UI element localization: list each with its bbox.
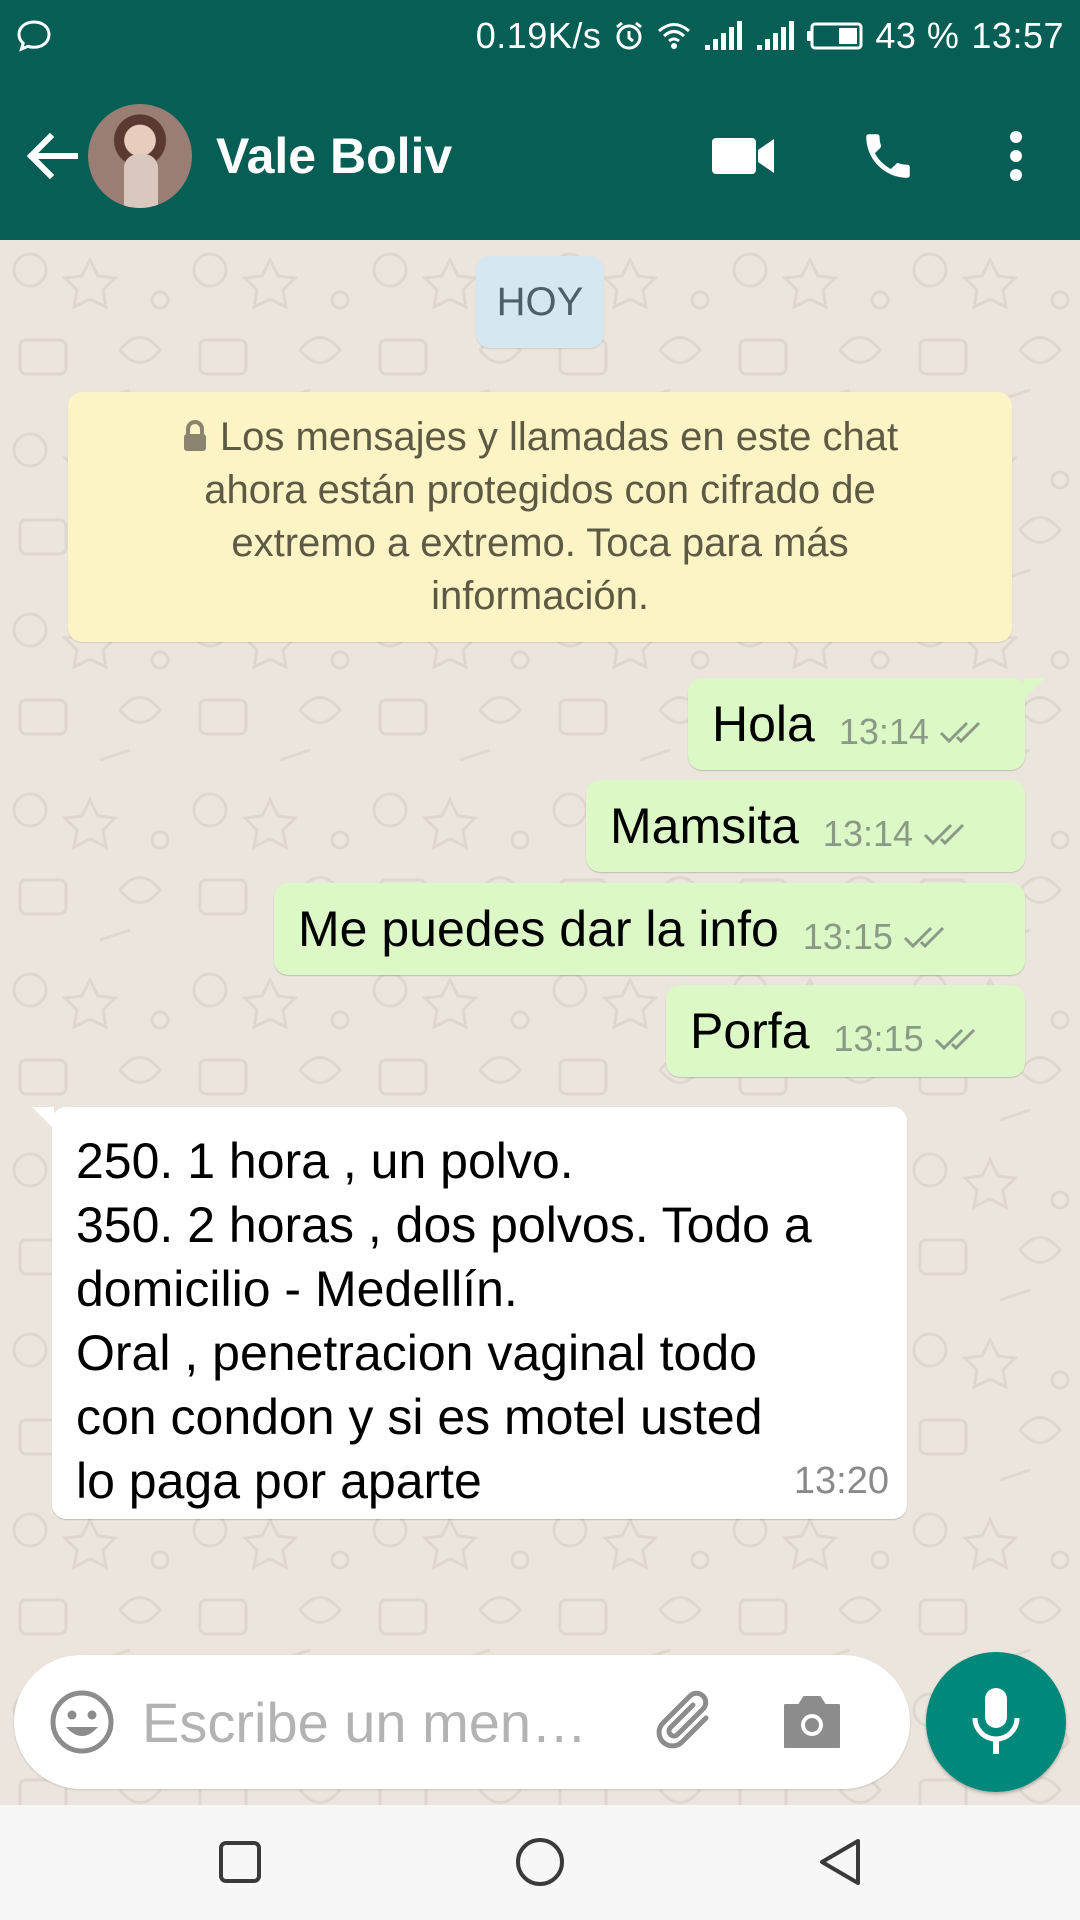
system-nav-bar bbox=[0, 1805, 1080, 1920]
message-line: domicilio - Medellín. bbox=[76, 1261, 518, 1317]
message-time: 13:20 bbox=[793, 1460, 889, 1502]
message-time: 13:15 bbox=[802, 916, 893, 957]
message-line: Oral , penetracion vaginal todo bbox=[76, 1325, 757, 1381]
message-meta: 13:14 bbox=[839, 695, 1003, 753]
double-check-icon bbox=[923, 823, 965, 846]
double-check-icon bbox=[934, 1028, 975, 1051]
bubble-tail bbox=[1023, 678, 1045, 700]
camera-button[interactable] bbox=[772, 1682, 852, 1762]
clock: 13:57 bbox=[971, 15, 1064, 56]
more-vert-icon bbox=[1010, 131, 1022, 181]
message-time: 13:15 bbox=[833, 1018, 924, 1059]
alarm-icon bbox=[616, 21, 643, 50]
outgoing-message[interactable]: Mamsita 13:14 bbox=[586, 780, 1025, 872]
battery-level: 43 % bbox=[875, 15, 960, 56]
double-check-icon bbox=[903, 926, 945, 949]
encryption-notice[interactable]: Los mensajes y llamadas en este chat aho… bbox=[68, 392, 1012, 642]
voice-call-button[interactable] bbox=[838, 106, 938, 206]
back-nav-button[interactable] bbox=[795, 1817, 885, 1907]
double-check-icon bbox=[939, 721, 980, 744]
outgoing-message[interactable]: Hola 13:14 bbox=[688, 678, 1045, 770]
message-input[interactable] bbox=[142, 1689, 632, 1755]
recents-button[interactable] bbox=[195, 1817, 285, 1907]
chat-area[interactable]: HOY Los mensajes y llamadas en este chat… bbox=[0, 240, 1080, 1805]
circle-icon bbox=[516, 1838, 564, 1886]
message-line: con condon y si es motel usted bbox=[76, 1389, 763, 1445]
message-text: Mamsita bbox=[610, 798, 799, 854]
square-icon bbox=[219, 1841, 261, 1883]
more-options-button[interactable] bbox=[966, 106, 1066, 206]
status-indicators: 0.19K/s 43 % 13:57 bbox=[476, 15, 1064, 57]
encryption-notice-label: Los mensajes y llamadas en este chat aho… bbox=[204, 415, 899, 618]
paperclip-icon bbox=[656, 1690, 709, 1749]
message-text: Porfa bbox=[690, 1003, 810, 1059]
status-bar: 0.19K/s 43 % 13:57 bbox=[0, 0, 1080, 72]
emoji-button[interactable] bbox=[44, 1684, 120, 1760]
message-line: lo paga por aparte bbox=[76, 1453, 482, 1509]
bubble-tail bbox=[32, 1107, 54, 1129]
signal-icon-2 bbox=[757, 21, 795, 50]
encryption-notice-text: Los mensajes y llamadas en este chat aho… bbox=[138, 411, 942, 623]
voice-message-button[interactable] bbox=[926, 1652, 1066, 1792]
home-button[interactable] bbox=[495, 1817, 585, 1907]
message-time: 13:14 bbox=[838, 711, 929, 752]
message-line: 350. 2 horas , dos polvos. Todo a bbox=[76, 1197, 812, 1253]
chat-notification-icon bbox=[17, 20, 51, 52]
signal-icon-1 bbox=[705, 21, 743, 50]
outgoing-message[interactable]: Me puedes dar la info 13:15 bbox=[274, 883, 1025, 975]
video-call-button[interactable] bbox=[694, 106, 794, 206]
chat-header: Vale Boliv bbox=[0, 72, 1080, 240]
back-arrow-icon bbox=[26, 133, 78, 179]
message-text: Me puedes dar la info bbox=[298, 901, 779, 957]
emoji-icon bbox=[50, 1690, 114, 1754]
back-button[interactable] bbox=[20, 124, 84, 188]
lock-icon bbox=[183, 420, 206, 451]
header-actions bbox=[694, 106, 1080, 206]
message-meta: 13:15 bbox=[803, 900, 967, 958]
incoming-message[interactable]: 250. 1 hora , un polvo. 350. 2 horas , d… bbox=[32, 1107, 907, 1519]
message-text: Hola bbox=[712, 696, 815, 752]
contact-name[interactable]: Vale Boliv bbox=[216, 127, 452, 185]
microphone-icon bbox=[972, 1688, 1020, 1754]
triangle-back-icon bbox=[820, 1839, 860, 1885]
camera-icon bbox=[784, 1696, 840, 1748]
battery-icon bbox=[807, 22, 863, 50]
net-speed: 0.19K/s bbox=[475, 15, 602, 56]
phone-icon bbox=[866, 134, 910, 178]
video-call-icon bbox=[712, 138, 774, 174]
date-chip: HOY bbox=[476, 256, 604, 348]
attach-button[interactable] bbox=[644, 1682, 724, 1762]
message-composer bbox=[14, 1655, 910, 1789]
outgoing-message[interactable]: Porfa 13:15 bbox=[666, 985, 1025, 1077]
message-meta: 13:15 bbox=[834, 1002, 998, 1060]
wifi-icon bbox=[658, 23, 691, 49]
message-line: 250. 1 hora , un polvo. bbox=[76, 1133, 574, 1189]
contact-avatar[interactable] bbox=[88, 104, 192, 208]
message-meta: 13:14 bbox=[823, 797, 987, 855]
message-time: 13:14 bbox=[822, 813, 914, 854]
